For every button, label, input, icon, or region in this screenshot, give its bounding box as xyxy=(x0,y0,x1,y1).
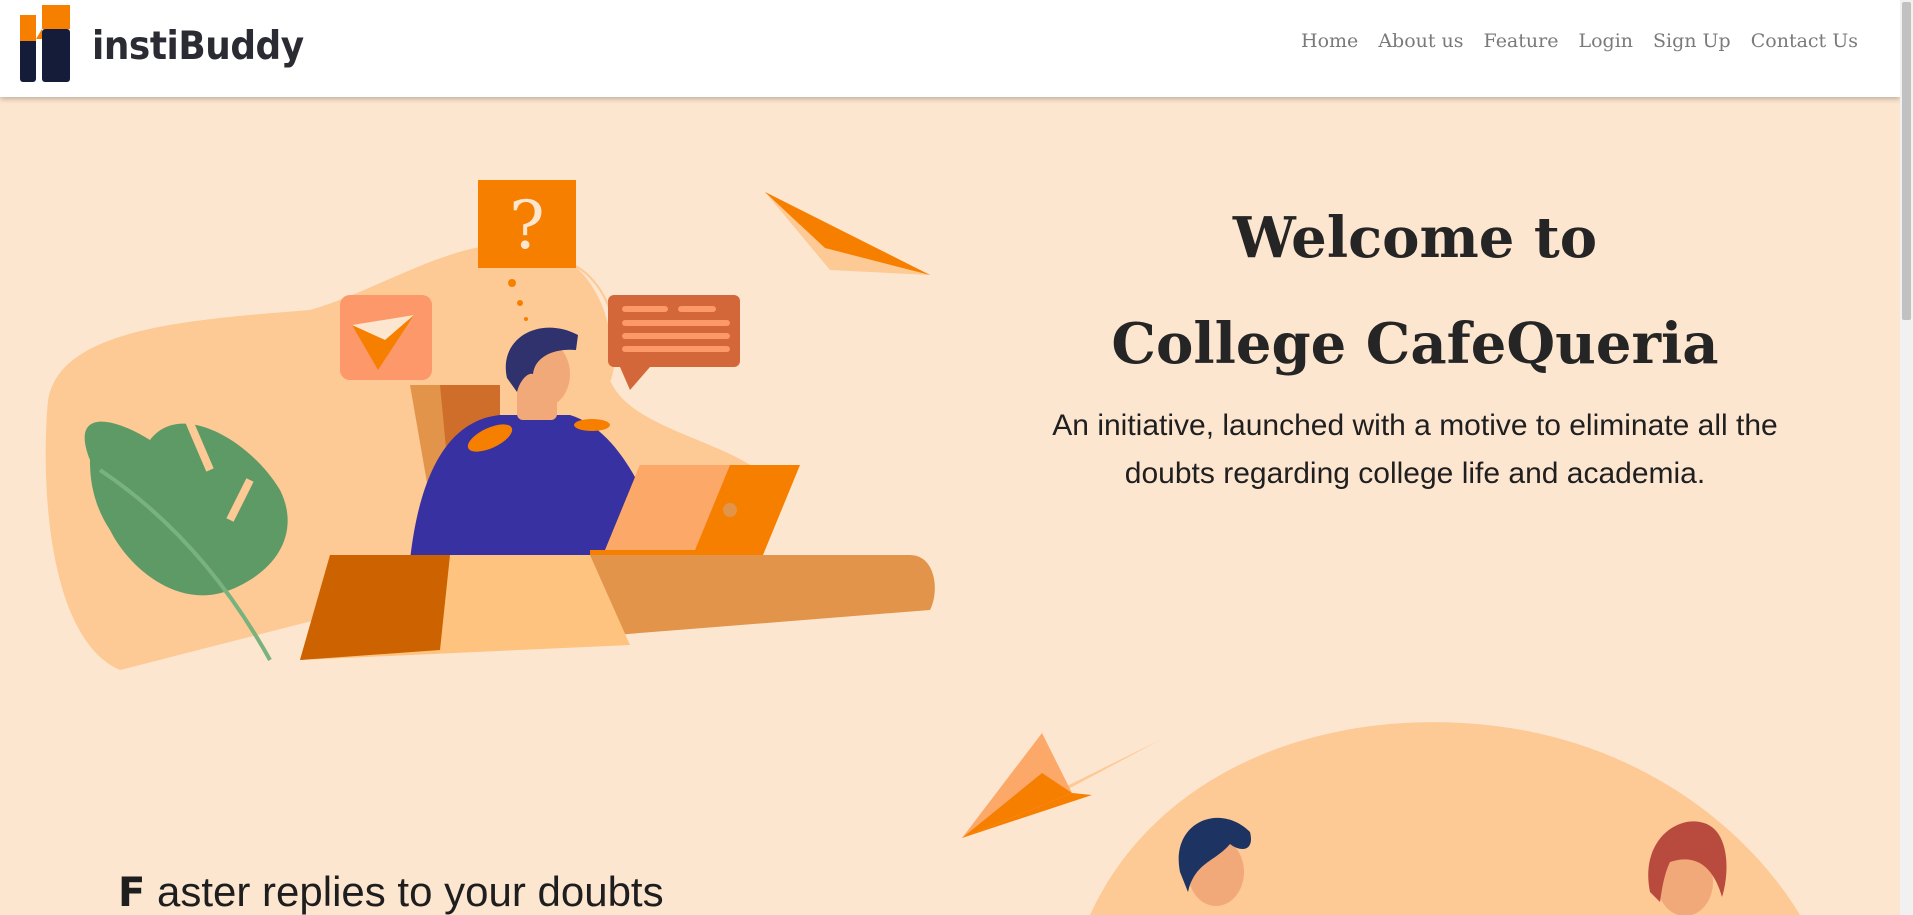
hero-title-line-2: College CafeQueria xyxy=(1111,311,1719,377)
nav-contact-us[interactable]: Contact Us xyxy=(1751,30,1858,52)
nav-about-us[interactable]: About us xyxy=(1378,30,1463,52)
landing-page: instiBuddy Home About us Feature Login S… xyxy=(0,0,1913,915)
feature-heading-faster-replies: F aster replies to your doubts xyxy=(118,868,664,915)
feature-heading-text: aster replies to your doubts xyxy=(145,868,664,915)
top-navbar: instiBuddy Home About us Feature Login S… xyxy=(0,0,1900,97)
hero-subtitle-line-2: doubts regarding college life and academ… xyxy=(1124,457,1706,490)
brand-name[interactable]: instiBuddy xyxy=(92,24,304,69)
feature-drop-cap: F xyxy=(118,870,146,915)
main-nav: Home About us Feature Login Sign Up Cont… xyxy=(1301,30,1858,52)
hero-subtitle: An initiative, launched with a motive to… xyxy=(990,402,1840,498)
chat-bubble-icon xyxy=(608,295,740,390)
hero-text: Welcome to College CafeQueria An initiat… xyxy=(990,185,1840,498)
nav-feature[interactable]: Feature xyxy=(1484,30,1559,52)
hero-illustration: ? xyxy=(45,180,935,670)
instibuddy-logo-icon[interactable] xyxy=(18,5,72,82)
hero-title-line-1: Welcome to xyxy=(1232,205,1598,271)
nav-sign-up[interactable]: Sign Up xyxy=(1653,30,1731,52)
hero-title: Welcome to College CafeQueria xyxy=(990,185,1840,397)
paper-plane-icon xyxy=(340,295,432,380)
nav-home[interactable]: Home xyxy=(1301,30,1358,52)
svg-text:?: ? xyxy=(509,187,544,264)
page-scrollbar[interactable] xyxy=(1900,0,1913,915)
people-illustration xyxy=(1090,722,1800,915)
nav-login[interactable]: Login xyxy=(1578,30,1633,52)
scrollbar-thumb[interactable] xyxy=(1902,2,1911,320)
hero-subtitle-line-1: An initiative, launched with a motive to… xyxy=(1052,409,1778,442)
paper-plane-icon xyxy=(765,192,930,275)
